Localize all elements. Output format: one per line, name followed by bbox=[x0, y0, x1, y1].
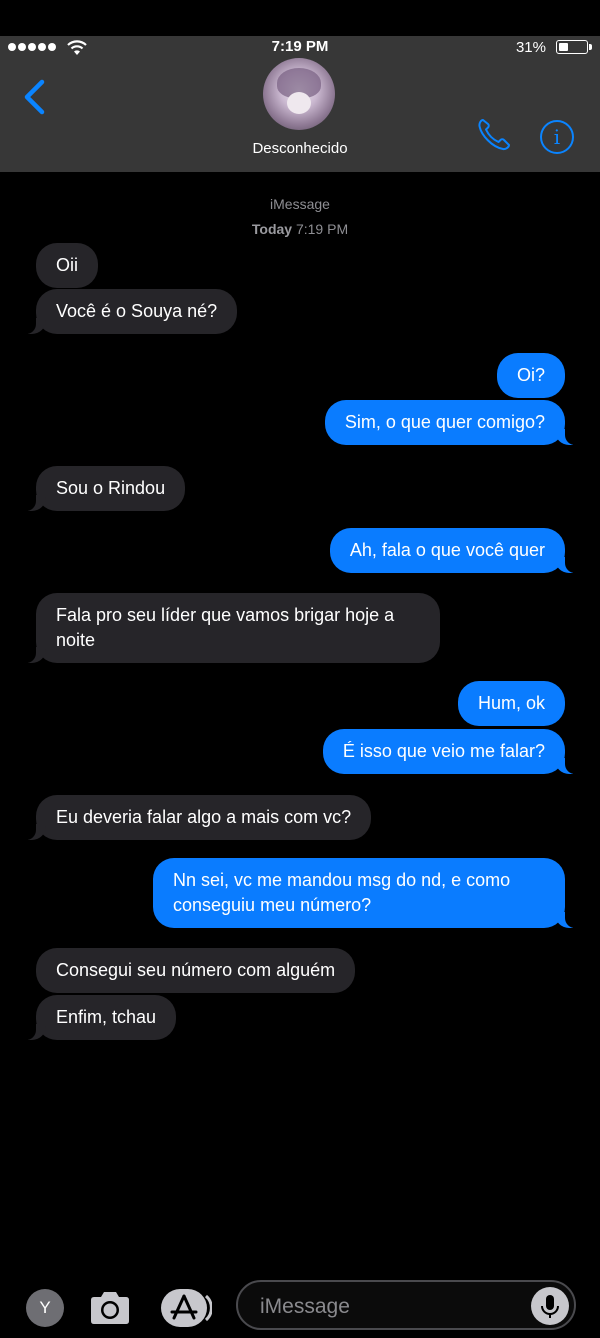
phone-icon[interactable] bbox=[476, 116, 516, 152]
camera-icon[interactable] bbox=[88, 1288, 132, 1328]
incoming-message[interactable]: Enfim, tchau bbox=[23, 995, 177, 1040]
battery-level bbox=[559, 43, 569, 51]
microphone-glyph bbox=[541, 1295, 559, 1318]
outgoing-message[interactable]: Hum, ok bbox=[457, 681, 565, 726]
composer-bar: Y bbox=[0, 1278, 600, 1338]
outgoing-message[interactable]: Oi? bbox=[496, 353, 565, 398]
incoming-message[interactable]: Consegui seu número com alguém bbox=[36, 948, 356, 993]
microphone-icon[interactable] bbox=[531, 1287, 569, 1325]
status-bar: 7:19 PM 31% bbox=[0, 36, 600, 60]
back-chevron-icon[interactable] bbox=[20, 78, 48, 116]
incoming-message[interactable]: Oii bbox=[36, 243, 98, 288]
battery-icon bbox=[556, 40, 592, 54]
battery-percentage: 31% bbox=[515, 39, 546, 56]
timestamp-day: Today bbox=[251, 221, 293, 237]
message-input[interactable] bbox=[258, 1292, 522, 1322]
outgoing-message[interactable]: Nn sei, vc me mandou msg do nd, e como c… bbox=[153, 858, 577, 928]
timestamp-time: 7:19 PM bbox=[295, 221, 349, 237]
status-time: 7:19 PM bbox=[271, 38, 329, 55]
contact-avatar[interactable] bbox=[263, 58, 335, 130]
incoming-message[interactable]: Fala pro seu líder que vamos brigar hoje… bbox=[24, 593, 440, 663]
conversation-header: 7:19 PM 31% Desconhecido i bbox=[0, 36, 600, 172]
service-label: iMessage bbox=[270, 196, 330, 212]
app-store-icon[interactable] bbox=[160, 1288, 212, 1328]
outgoing-message[interactable]: É isso que veio me falar? bbox=[322, 729, 578, 774]
thread-timestamp: Today 7:19 PM bbox=[0, 221, 600, 237]
message-input-container[interactable] bbox=[236, 1280, 576, 1330]
incoming-message[interactable]: Você é o Souya né? bbox=[23, 289, 238, 334]
app-drawer-button[interactable]: Y bbox=[26, 1289, 64, 1327]
info-icon[interactable]: i bbox=[540, 120, 574, 154]
outgoing-message[interactable]: Ah, fala o que você quer bbox=[329, 528, 578, 573]
incoming-message[interactable]: Eu deveria falar algo a mais com vc? bbox=[23, 795, 372, 840]
incoming-message[interactable]: Sou o Rindou bbox=[23, 466, 186, 511]
outgoing-message[interactable]: Sim, o que quer comigo? bbox=[324, 400, 578, 445]
